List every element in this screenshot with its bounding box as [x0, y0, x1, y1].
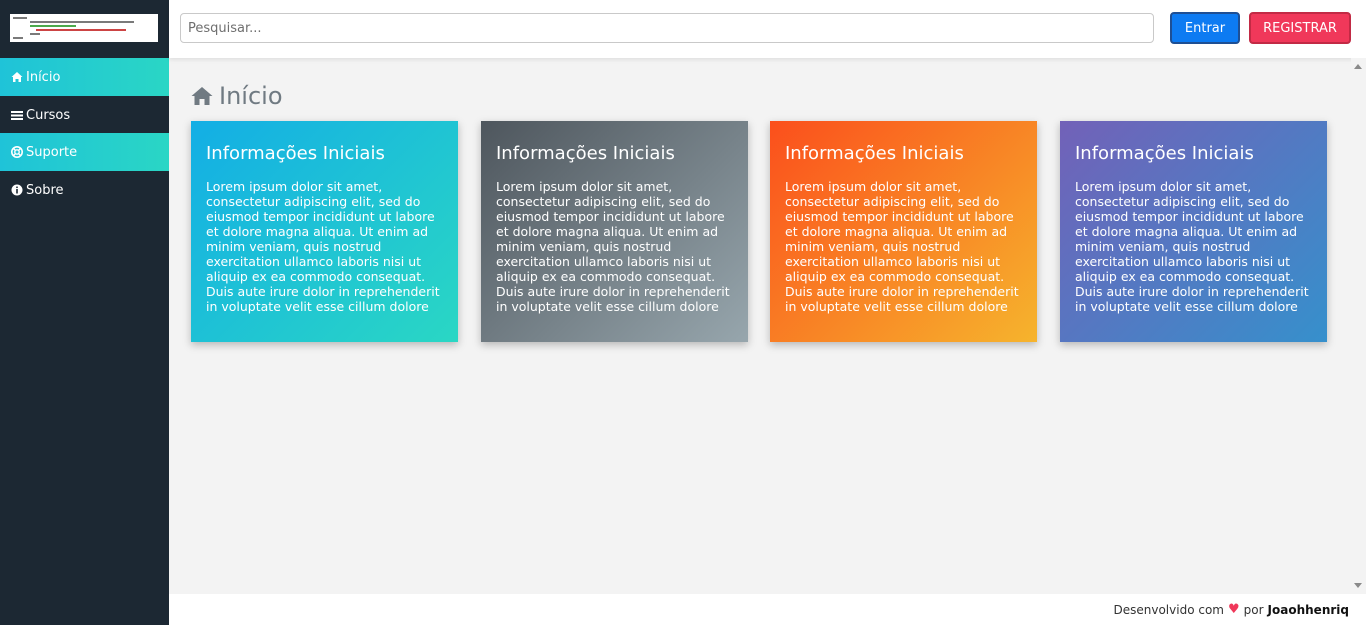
logo[interactable] [10, 14, 158, 42]
footer: Desenvolvido com ♥ por Joaohhenriq [169, 594, 1366, 625]
page-title: Início [191, 82, 283, 110]
heart-icon: ♥ [1227, 602, 1240, 617]
footer-prefix: Desenvolvido com [1113, 602, 1224, 617]
sidebar-item-cursos[interactable]: Cursos [0, 96, 169, 134]
lifebuoy-icon [11, 146, 23, 158]
scroll-up-icon[interactable] [1354, 64, 1362, 69]
sidebar-item-label: Início [26, 69, 61, 85]
home-icon [191, 87, 213, 105]
footer-author: Joaohhenriq [1267, 602, 1349, 617]
footer-middle: por [1243, 602, 1264, 617]
sidebar-item-label: Suporte [26, 144, 78, 160]
sidebar-item-label: Cursos [26, 107, 71, 123]
card-text: Lorem ipsum dolor sit amet, consectetur … [1075, 179, 1309, 314]
card-title: Informações Iniciais [496, 143, 675, 164]
info-card: Informações Iniciais Lorem ipsum dolor s… [1060, 121, 1327, 342]
sidebar-item-suporte[interactable]: Suporte [0, 133, 169, 171]
sidebar-item-sobre[interactable]: Sobre [0, 171, 169, 209]
vertical-scrollbar[interactable] [1351, 58, 1366, 594]
scroll-down-icon[interactable] [1354, 583, 1362, 588]
info-icon [11, 184, 23, 196]
register-button[interactable]: REGISTRAR [1249, 12, 1351, 44]
info-card: Informações Iniciais Lorem ipsum dolor s… [770, 121, 1037, 342]
login-button[interactable]: Entrar [1170, 12, 1240, 44]
card-text: Lorem ipsum dolor sit amet, consectetur … [206, 179, 440, 314]
card-title: Informações Iniciais [785, 143, 964, 164]
sidebar: Início Cursos Suporte Sobre [0, 0, 169, 625]
home-icon [11, 72, 23, 82]
sidebar-item-label: Sobre [26, 182, 64, 198]
topbar: Entrar REGISTRAR [169, 0, 1366, 58]
search-input[interactable] [180, 13, 1154, 43]
sidebar-item-inicio[interactable]: Início [0, 58, 169, 96]
card-text: Lorem ipsum dolor sit amet, consectetur … [496, 179, 730, 314]
card-text: Lorem ipsum dolor sit amet, consectetur … [785, 179, 1019, 314]
page-title-text: Início [219, 82, 283, 110]
main-content: Início Informações Iniciais Lorem ipsum … [169, 58, 1351, 594]
bars-icon [11, 111, 23, 120]
info-card: Informações Iniciais Lorem ipsum dolor s… [191, 121, 458, 342]
card-title: Informações Iniciais [206, 143, 385, 164]
info-card: Informações Iniciais Lorem ipsum dolor s… [481, 121, 748, 342]
card-title: Informações Iniciais [1075, 143, 1254, 164]
